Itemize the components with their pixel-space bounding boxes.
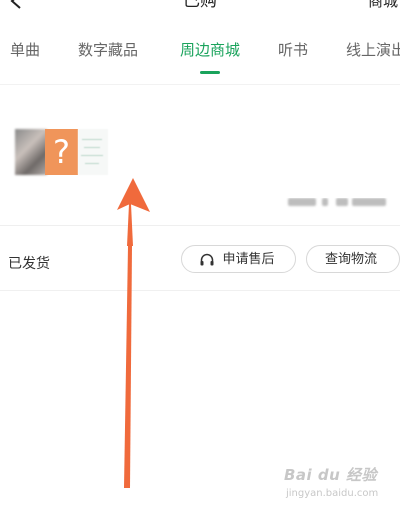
missing-image-placeholder: ? (45, 129, 78, 175)
headset-icon (200, 253, 214, 266)
watermark-url: jingyan.baidu.com (286, 488, 379, 499)
track-logistics-button[interactable]: 查询物流 (306, 245, 400, 273)
top-bar: 已购 商城 (0, 0, 400, 24)
order-status: 已发货 (8, 256, 50, 272)
category-tabs: 单曲 数字藏品 周边商城 听书 线上演出 (0, 28, 400, 76)
header-divider (0, 84, 400, 85)
section-divider (0, 290, 400, 291)
after-sale-label: 申请售后 (222, 252, 275, 267)
mall-link[interactable]: 商城 (368, 0, 398, 13)
card-divider (0, 225, 400, 226)
tab-merch-mall[interactable]: 周边商城 (180, 40, 240, 60)
track-logistics-label: 查询物流 (325, 252, 378, 267)
page-title: 已购 (183, 0, 217, 11)
tab-audiobooks[interactable]: 听书 (278, 40, 308, 60)
price-info-blurred (282, 198, 392, 212)
tab-singles[interactable]: 单曲 (10, 40, 40, 60)
active-tab-indicator (200, 71, 220, 74)
order-card[interactable]: ? 已发货 申请售后 查询物流 (0, 95, 400, 290)
after-sale-button[interactable]: 申请售后 (181, 245, 296, 273)
tab-online-shows[interactable]: 线上演出 (346, 40, 400, 60)
product-image-secondary (78, 129, 108, 175)
product-thumbnail[interactable] (15, 129, 47, 175)
tab-digital-collectibles[interactable]: 数字藏品 (78, 40, 138, 60)
baidu-jingyan-watermark: Bai du 经验 jingyan.baidu.com (284, 462, 396, 506)
watermark-brand: Bai du 经验 (284, 466, 378, 484)
